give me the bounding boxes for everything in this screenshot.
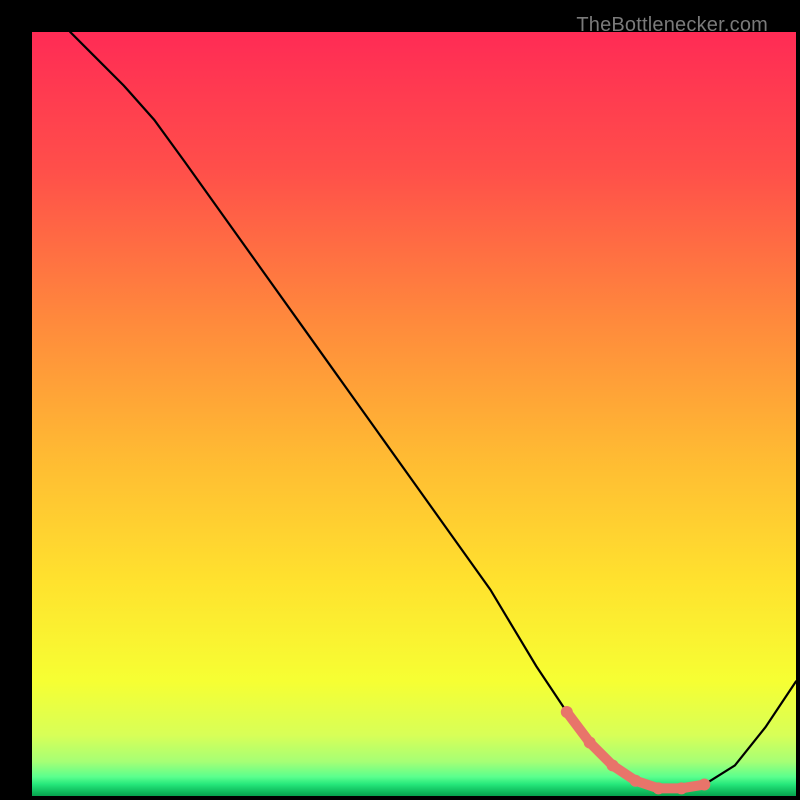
optimal-point xyxy=(607,759,619,771)
optimal-point xyxy=(698,779,710,791)
plot-area xyxy=(32,32,796,796)
optimal-point xyxy=(675,782,687,794)
chart-frame: TheBottlenecker.com xyxy=(14,14,786,786)
optimal-point xyxy=(652,782,664,794)
watermark-text: TheBottlenecker.com xyxy=(576,14,768,37)
optimal-point xyxy=(584,737,596,749)
gradient-background xyxy=(32,32,796,796)
optimal-point xyxy=(561,706,573,718)
optimal-point xyxy=(630,775,642,787)
bottleneck-chart-svg xyxy=(32,32,796,796)
